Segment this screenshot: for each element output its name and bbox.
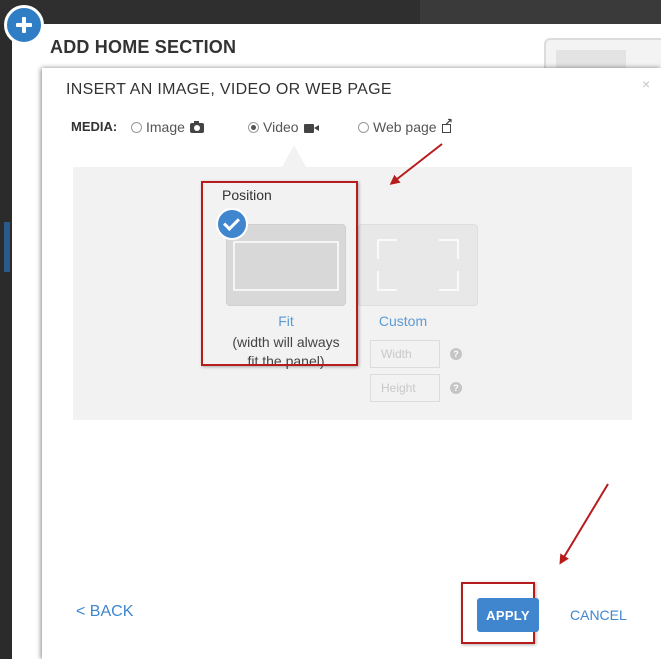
corner-top-left-icon bbox=[377, 239, 397, 259]
video-camera-icon bbox=[303, 124, 319, 133]
fit-description-line-1: (width will always bbox=[232, 334, 340, 350]
custom-option-label[interactable]: Custom bbox=[358, 313, 448, 329]
page-title: ADD HOME SECTION bbox=[50, 37, 237, 57]
fit-option-label[interactable]: Fit bbox=[226, 313, 346, 329]
media-option-video-label: Video bbox=[263, 119, 299, 135]
media-option-web-page-label: Web page bbox=[373, 119, 437, 135]
left-sidebar bbox=[0, 24, 12, 659]
fit-description-line-2: fit the panel) bbox=[247, 353, 325, 369]
fit-option-description: (width will always fit the panel) bbox=[216, 333, 356, 371]
corner-top-right-icon bbox=[439, 239, 459, 259]
radio-video[interactable] bbox=[248, 122, 259, 133]
close-icon[interactable]: × bbox=[642, 76, 650, 92]
back-button[interactable]: < BACK bbox=[76, 603, 133, 621]
selected-check-icon[interactable] bbox=[216, 208, 248, 240]
add-section-plus-icon[interactable] bbox=[4, 5, 44, 45]
fit-option-card[interactable] bbox=[226, 224, 346, 306]
corner-bottom-right-icon bbox=[439, 271, 459, 291]
media-option-video[interactable]: Video bbox=[248, 119, 319, 135]
height-help-icon[interactable]: ? bbox=[450, 382, 462, 394]
custom-option-card[interactable] bbox=[358, 224, 478, 306]
insert-media-dialog: INSERT AN IMAGE, VIDEO OR WEB PAGE × MED… bbox=[42, 68, 661, 659]
video-options-panel bbox=[73, 167, 632, 420]
dialog-title: INSERT AN IMAGE, VIDEO OR WEB PAGE bbox=[66, 81, 392, 98]
radio-image[interactable] bbox=[131, 122, 142, 133]
media-label: MEDIA: bbox=[71, 119, 118, 134]
media-option-image[interactable]: Image bbox=[131, 119, 204, 135]
fit-preview-icon bbox=[233, 241, 339, 291]
panel-pointer bbox=[282, 145, 306, 167]
cancel-button[interactable]: CANCEL bbox=[562, 598, 635, 632]
media-option-image-label: Image bbox=[146, 119, 185, 135]
external-link-icon bbox=[441, 116, 453, 133]
position-label: Position bbox=[222, 187, 272, 203]
apply-button[interactable]: APPLY bbox=[477, 598, 539, 632]
width-help-icon[interactable]: ? bbox=[450, 348, 462, 360]
top-bar-right bbox=[420, 0, 661, 24]
width-input[interactable] bbox=[370, 340, 440, 368]
radio-web-page[interactable] bbox=[358, 122, 369, 133]
sidebar-accent bbox=[4, 222, 10, 272]
media-option-web-page[interactable]: Web page bbox=[358, 116, 453, 135]
camera-icon bbox=[189, 121, 204, 133]
height-input[interactable] bbox=[370, 374, 440, 402]
corner-bottom-left-icon bbox=[377, 271, 397, 291]
